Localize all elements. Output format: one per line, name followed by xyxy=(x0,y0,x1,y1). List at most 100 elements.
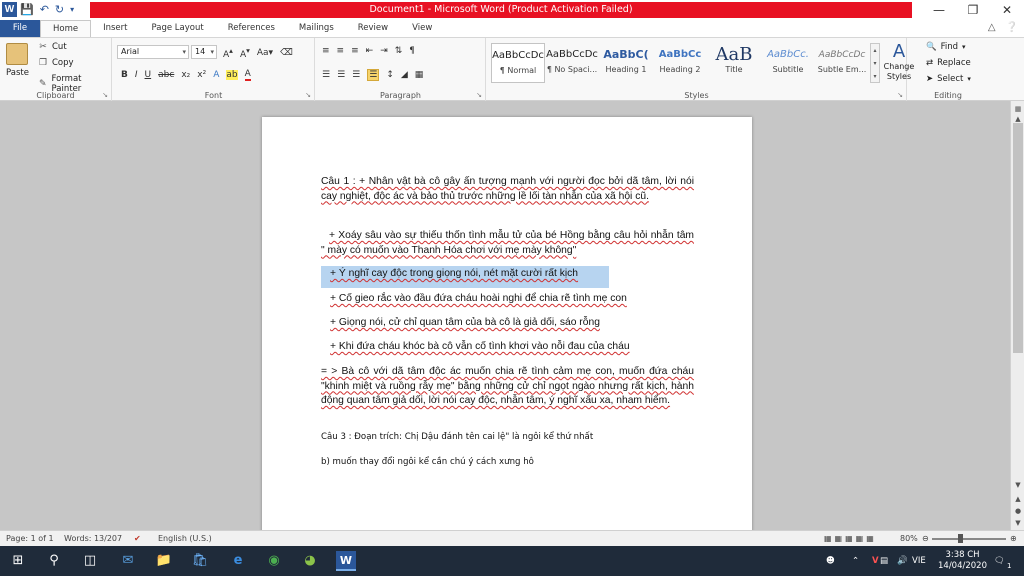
store-icon[interactable]: 🛍 xyxy=(190,551,210,571)
tab-view[interactable]: View xyxy=(400,20,444,37)
paste-icon[interactable] xyxy=(6,43,28,65)
paragraph-5[interactable]: + Giọng nói, cử chỉ quan tâm của bà cô l… xyxy=(330,316,600,331)
help-icon[interactable]: ❔ xyxy=(1006,22,1018,33)
word-count[interactable]: Words: 13/207 xyxy=(64,533,122,545)
sort-icon[interactable]: ⇅ xyxy=(395,46,403,56)
word-taskbar-icon[interactable]: W xyxy=(336,551,356,571)
chrome-icon[interactable]: ◉ xyxy=(264,551,284,571)
shading-icon[interactable]: ◢ xyxy=(401,70,408,80)
paragraph-dialog-launcher-icon[interactable]: ↘ xyxy=(476,91,482,99)
volume-icon[interactable]: 🔊 xyxy=(897,546,908,576)
scroll-thumb[interactable] xyxy=(1013,123,1023,353)
paragraph-2[interactable]: + Xoáy sâu vào sự thiếu thốn tình mẫu tử… xyxy=(321,229,694,258)
mail-icon[interactable]: ✉ xyxy=(118,551,138,571)
paragraph-7[interactable]: = > Bà cô với dã tâm độc ác muốn chia rẽ… xyxy=(321,365,694,409)
paragraph-9[interactable]: b) muốn thay đổi ngôi kể cần chú ý cách … xyxy=(321,455,534,470)
cut-button[interactable]: ✂ Cut xyxy=(38,42,66,52)
zoom-out-icon[interactable]: ⊖ xyxy=(922,533,929,545)
font-dialog-launcher-icon[interactable]: ↘ xyxy=(305,91,311,99)
paragraph-8[interactable]: Câu 3 : Đoạn trích: Chị Dậu đánh tên cai… xyxy=(321,430,593,445)
task-view-icon[interactable]: ◫ xyxy=(80,551,100,571)
replace-button[interactable]: ⇄ Replace xyxy=(926,58,971,68)
paste-button[interactable]: Paste xyxy=(6,68,29,78)
underline-icon[interactable]: U xyxy=(145,70,152,80)
tab-file[interactable]: File xyxy=(0,20,40,37)
previous-page-icon[interactable]: ▲ xyxy=(1012,493,1024,505)
zoom-slider-thumb[interactable] xyxy=(958,534,963,543)
numbering-icon[interactable]: ≡ xyxy=(337,46,345,56)
proofing-icon[interactable]: ✔ xyxy=(134,533,141,545)
superscript-icon[interactable]: x² xyxy=(197,70,206,80)
people-icon[interactable]: ☻ xyxy=(826,546,835,576)
font-name-box[interactable]: Arial ▾ xyxy=(117,45,189,59)
close-button[interactable]: ✕ xyxy=(990,0,1024,20)
zoom-slider[interactable] xyxy=(932,538,1006,540)
tab-review[interactable]: Review xyxy=(346,20,400,37)
clock[interactable]: 3:38 CH 14/04/2020 xyxy=(938,550,987,572)
justify-icon[interactable]: ☰ xyxy=(367,69,380,81)
document-area[interactable]: Câu 1 : + Nhân vật bà cô gây ấn tượng mạ… xyxy=(0,101,1010,537)
highlight-icon[interactable]: ab xyxy=(226,70,238,80)
clear-formatting-icon[interactable]: ⌫ xyxy=(280,48,293,58)
minimize-button[interactable]: — xyxy=(922,0,956,20)
multilevel-list-icon[interactable]: ≡ xyxy=(351,46,359,56)
bullets-icon[interactable]: ≡ xyxy=(322,46,330,56)
notification-icon[interactable]: 🗨 xyxy=(994,546,1005,576)
edge-icon[interactable]: e xyxy=(228,551,248,571)
tab-insert[interactable]: Insert xyxy=(91,20,139,37)
minimize-ribbon-icon[interactable]: △ xyxy=(988,22,996,33)
style-heading-1[interactable]: AaBbC( Heading 1 xyxy=(599,43,653,83)
style-title[interactable]: AaB Title xyxy=(707,43,761,83)
vertical-scrollbar[interactable]: ▦ ▲ ▼ ▲ ● ▼ xyxy=(1010,101,1024,530)
network-icon[interactable]: ▤ xyxy=(880,546,888,576)
document-page[interactable]: Câu 1 : + Nhân vật bà cô gây ấn tượng mạ… xyxy=(262,117,752,537)
text-effects-icon[interactable]: A xyxy=(213,70,219,80)
tab-references[interactable]: References xyxy=(216,20,287,37)
align-right-icon[interactable]: ☰ xyxy=(352,70,360,80)
strikethrough-icon[interactable]: abc xyxy=(158,70,174,80)
align-center-icon[interactable]: ☰ xyxy=(337,70,345,80)
borders-icon[interactable]: ▦ xyxy=(415,70,424,80)
scroll-down-icon[interactable]: ▼ xyxy=(1012,479,1024,491)
font-size-box[interactable]: 14 ▾ xyxy=(191,45,217,59)
show-hidden-icons[interactable]: ⌃ xyxy=(852,546,859,576)
style-normal[interactable]: AaBbCcDc ¶ Normal xyxy=(491,43,545,83)
maximize-button[interactable]: ❐ xyxy=(956,0,990,20)
save-icon[interactable]: 💾 xyxy=(20,2,34,17)
show-marks-icon[interactable]: ¶ xyxy=(409,46,415,56)
subscript-icon[interactable]: x₂ xyxy=(181,70,190,80)
tab-page-layout[interactable]: Page Layout xyxy=(140,20,216,37)
clipboard-dialog-launcher-icon[interactable]: ↘ xyxy=(102,91,108,99)
tab-home[interactable]: Home xyxy=(40,20,92,37)
antivirus-icon[interactable]: V xyxy=(872,546,879,576)
customize-qat-icon[interactable]: ▾ xyxy=(70,2,74,17)
paragraph-6[interactable]: + Khi đứa cháu khóc bà cô vẫn cố tình kh… xyxy=(330,340,630,355)
view-buttons[interactable]: ▦▦▦▦▦ xyxy=(824,533,877,545)
font-color-icon[interactable]: A xyxy=(244,69,251,81)
line-spacing-icon[interactable]: ↕ xyxy=(386,70,394,80)
style-heading-2[interactable]: AaBbCc Heading 2 xyxy=(653,43,707,83)
word-app-icon[interactable]: W xyxy=(2,2,17,17)
tab-mailings[interactable]: Mailings xyxy=(287,20,346,37)
input-language[interactable]: VIE xyxy=(912,546,926,576)
select-button[interactable]: ➤ Select ▾ xyxy=(926,74,971,84)
shrink-font-icon[interactable]: A▾ xyxy=(240,46,250,60)
styles-gallery-scroll[interactable]: ▴ ▾ ▾ xyxy=(870,43,880,83)
grow-font-icon[interactable]: A▴ xyxy=(223,46,233,60)
find-button[interactable]: 🔍 Find ▾ xyxy=(926,42,966,52)
next-page-icon[interactable]: ▼ xyxy=(1012,517,1024,529)
undo-icon[interactable]: ↶ xyxy=(40,2,49,17)
copy-button[interactable]: ❐ Copy xyxy=(38,58,74,68)
change-case-icon[interactable]: Aa▾ xyxy=(257,48,273,58)
file-explorer-icon[interactable]: 📁 xyxy=(154,551,174,571)
windows-start-icon[interactable]: ⊞ xyxy=(8,551,28,571)
coccoc-icon[interactable]: ◕ xyxy=(300,551,320,571)
style-subtle-emphasis[interactable]: AaBbCcDc Subtle Em... xyxy=(815,43,869,83)
browse-object-icon[interactable]: ● xyxy=(1012,505,1024,517)
paragraph-1[interactable]: Câu 1 : + Nhân vật bà cô gây ấn tượng mạ… xyxy=(321,175,694,204)
bold-icon[interactable]: B xyxy=(121,70,128,80)
paragraph-4[interactable]: + Cố gieo rắc vào đầu đứa cháu hoài nghi… xyxy=(330,292,627,307)
styles-dialog-launcher-icon[interactable]: ↘ xyxy=(897,91,903,99)
paragraph-3-selected[interactable]: + Ý nghĩ cay độc trong giọng nói, nét mặ… xyxy=(321,266,609,288)
language-indicator[interactable]: English (U.S.) xyxy=(158,533,212,545)
